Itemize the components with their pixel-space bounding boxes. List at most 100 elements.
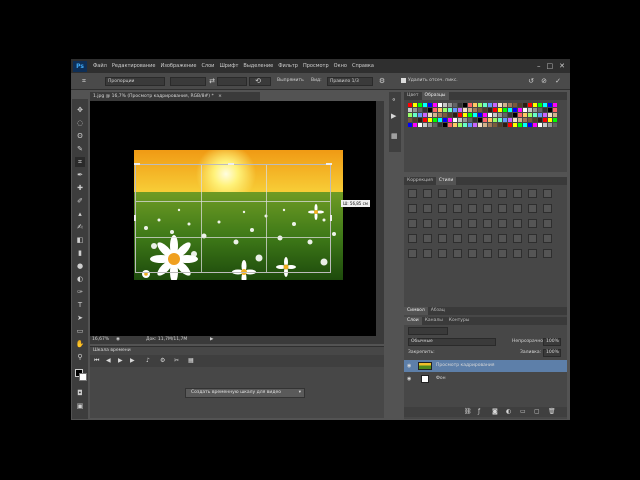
color-swatch[interactable] <box>533 108 537 112</box>
blend-mode-select[interactable]: Обычные <box>408 338 496 346</box>
status-arrow-icon[interactable]: ▶ <box>210 336 213 344</box>
color-swatch[interactable] <box>428 108 432 112</box>
color-swatch[interactable] <box>498 103 502 107</box>
color-swatch[interactable] <box>553 103 557 107</box>
reset-icon[interactable]: ↺ <box>526 77 536 86</box>
lasso-tool-icon[interactable]: ʘ <box>75 131 85 141</box>
style-preset-tile[interactable] <box>543 204 552 213</box>
style-preset-tile[interactable] <box>423 204 432 213</box>
hand-tool-icon[interactable]: ✋ <box>75 339 85 349</box>
color-swatch[interactable] <box>428 113 432 117</box>
color-swatch[interactable] <box>473 118 477 122</box>
color-swatch[interactable] <box>488 123 492 127</box>
color-swatch[interactable] <box>513 103 517 107</box>
color-swatch[interactable] <box>458 123 462 127</box>
color-swatch[interactable] <box>433 108 437 112</box>
quick-select-tool-icon[interactable]: ✎ <box>75 144 85 154</box>
maximize-button[interactable]: □ <box>547 62 554 70</box>
color-swatch[interactable] <box>483 103 487 107</box>
style-preset-tile[interactable] <box>408 204 417 213</box>
tab-swatches[interactable]: Образцы <box>421 92 449 100</box>
menu-select[interactable]: Выделение <box>243 63 273 69</box>
shape-tool-icon[interactable]: ▭ <box>75 326 85 336</box>
brush-tool-icon[interactable]: ✐ <box>75 196 85 206</box>
color-swatch[interactable] <box>443 123 447 127</box>
folder-icon[interactable]: ▭ <box>520 408 526 415</box>
style-preset-tile[interactable] <box>528 249 537 258</box>
color-swatch[interactable] <box>448 113 452 117</box>
color-swatch[interactable] <box>468 123 472 127</box>
color-swatch[interactable] <box>548 113 552 117</box>
color-swatch[interactable] <box>453 103 457 107</box>
style-preset-tile[interactable] <box>438 204 447 213</box>
document-tab[interactable]: 1.jpg @ 16,7% (Просмотр кадрирования, RG… <box>90 92 260 101</box>
fx-icon[interactable]: ƒ <box>478 408 480 415</box>
color-swatch[interactable] <box>438 103 442 107</box>
color-swatch[interactable] <box>408 108 412 112</box>
audio-icon[interactable]: ♪ <box>146 357 150 364</box>
color-swatch[interactable] <box>418 113 422 117</box>
color-swatch[interactable] <box>508 123 512 127</box>
tab-adjustments[interactable]: Коррекция <box>404 177 436 185</box>
color-swatch[interactable] <box>528 123 532 127</box>
color-swatch[interactable] <box>543 118 547 122</box>
style-preset-tile[interactable] <box>453 189 462 198</box>
style-preset-tile[interactable] <box>498 219 507 228</box>
color-swatch[interactable] <box>553 118 557 122</box>
color-swatch[interactable] <box>503 123 507 127</box>
color-swatch[interactable] <box>478 103 482 107</box>
color-swatch[interactable] <box>493 113 497 117</box>
style-preset-tile[interactable] <box>543 189 552 198</box>
menu-view[interactable]: Просмотр <box>303 63 329 69</box>
new-layer-icon[interactable]: ▢ <box>534 408 540 415</box>
visibility-eye-icon[interactable]: ◉ <box>407 363 413 369</box>
menu-image[interactable]: Изображение <box>160 63 196 69</box>
tab-paths[interactable]: Контуры <box>446 317 473 325</box>
straighten-icon[interactable]: ⟲ <box>253 77 263 86</box>
type-tool-icon[interactable]: T <box>75 300 85 310</box>
color-swatch[interactable] <box>438 108 442 112</box>
color-swatch[interactable] <box>538 108 542 112</box>
color-swatch[interactable] <box>413 108 417 112</box>
color-swatch[interactable] <box>473 113 477 117</box>
healing-brush-tool-icon[interactable]: ✚ <box>75 183 85 193</box>
color-swatch[interactable] <box>533 113 537 117</box>
color-swatch[interactable] <box>438 118 442 122</box>
color-swatch[interactable] <box>503 118 507 122</box>
color-swatch[interactable] <box>433 103 437 107</box>
color-swatch[interactable] <box>498 113 502 117</box>
color-swatch[interactable] <box>413 123 417 127</box>
color-swatch[interactable] <box>463 123 467 127</box>
color-swatch[interactable] <box>453 123 457 127</box>
zoom-level[interactable]: 16,67% <box>92 336 109 344</box>
menu-window[interactable]: Окно <box>334 63 347 69</box>
fill-field[interactable]: 100% <box>543 349 561 357</box>
tab-color[interactable]: Цвет <box>404 92 422 100</box>
color-swatch[interactable] <box>523 118 527 122</box>
color-swatch[interactable] <box>498 118 502 122</box>
style-preset-tile[interactable] <box>408 189 417 198</box>
style-preset-tile[interactable] <box>483 204 492 213</box>
first-frame-icon[interactable]: ⏮ <box>94 357 99 365</box>
color-swatch[interactable] <box>408 113 412 117</box>
height-field[interactable] <box>217 77 247 86</box>
color-swatch[interactable] <box>473 108 477 112</box>
color-swatch[interactable] <box>483 118 487 122</box>
color-swatch[interactable] <box>513 113 517 117</box>
style-preset-tile[interactable] <box>438 234 447 243</box>
vertical-scrollbar[interactable] <box>376 101 384 344</box>
color-swatch[interactable] <box>443 113 447 117</box>
color-swatch[interactable] <box>503 103 507 107</box>
color-swatch[interactable] <box>543 103 547 107</box>
color-swatch[interactable] <box>538 118 542 122</box>
color-swatch[interactable] <box>463 108 467 112</box>
color-swatch[interactable] <box>493 118 497 122</box>
swap-icon[interactable]: ⇄ <box>207 77 217 86</box>
marquee-tool-icon[interactable]: ◌ <box>75 118 85 128</box>
crop-handle-top-right[interactable] <box>326 163 332 165</box>
crop-handle-top[interactable] <box>228 163 234 165</box>
style-preset-tile[interactable] <box>468 204 477 213</box>
style-preset-tile[interactable] <box>528 234 537 243</box>
eyedropper-tool-icon[interactable]: ✒ <box>75 170 85 180</box>
style-preset-tile[interactable] <box>498 189 507 198</box>
